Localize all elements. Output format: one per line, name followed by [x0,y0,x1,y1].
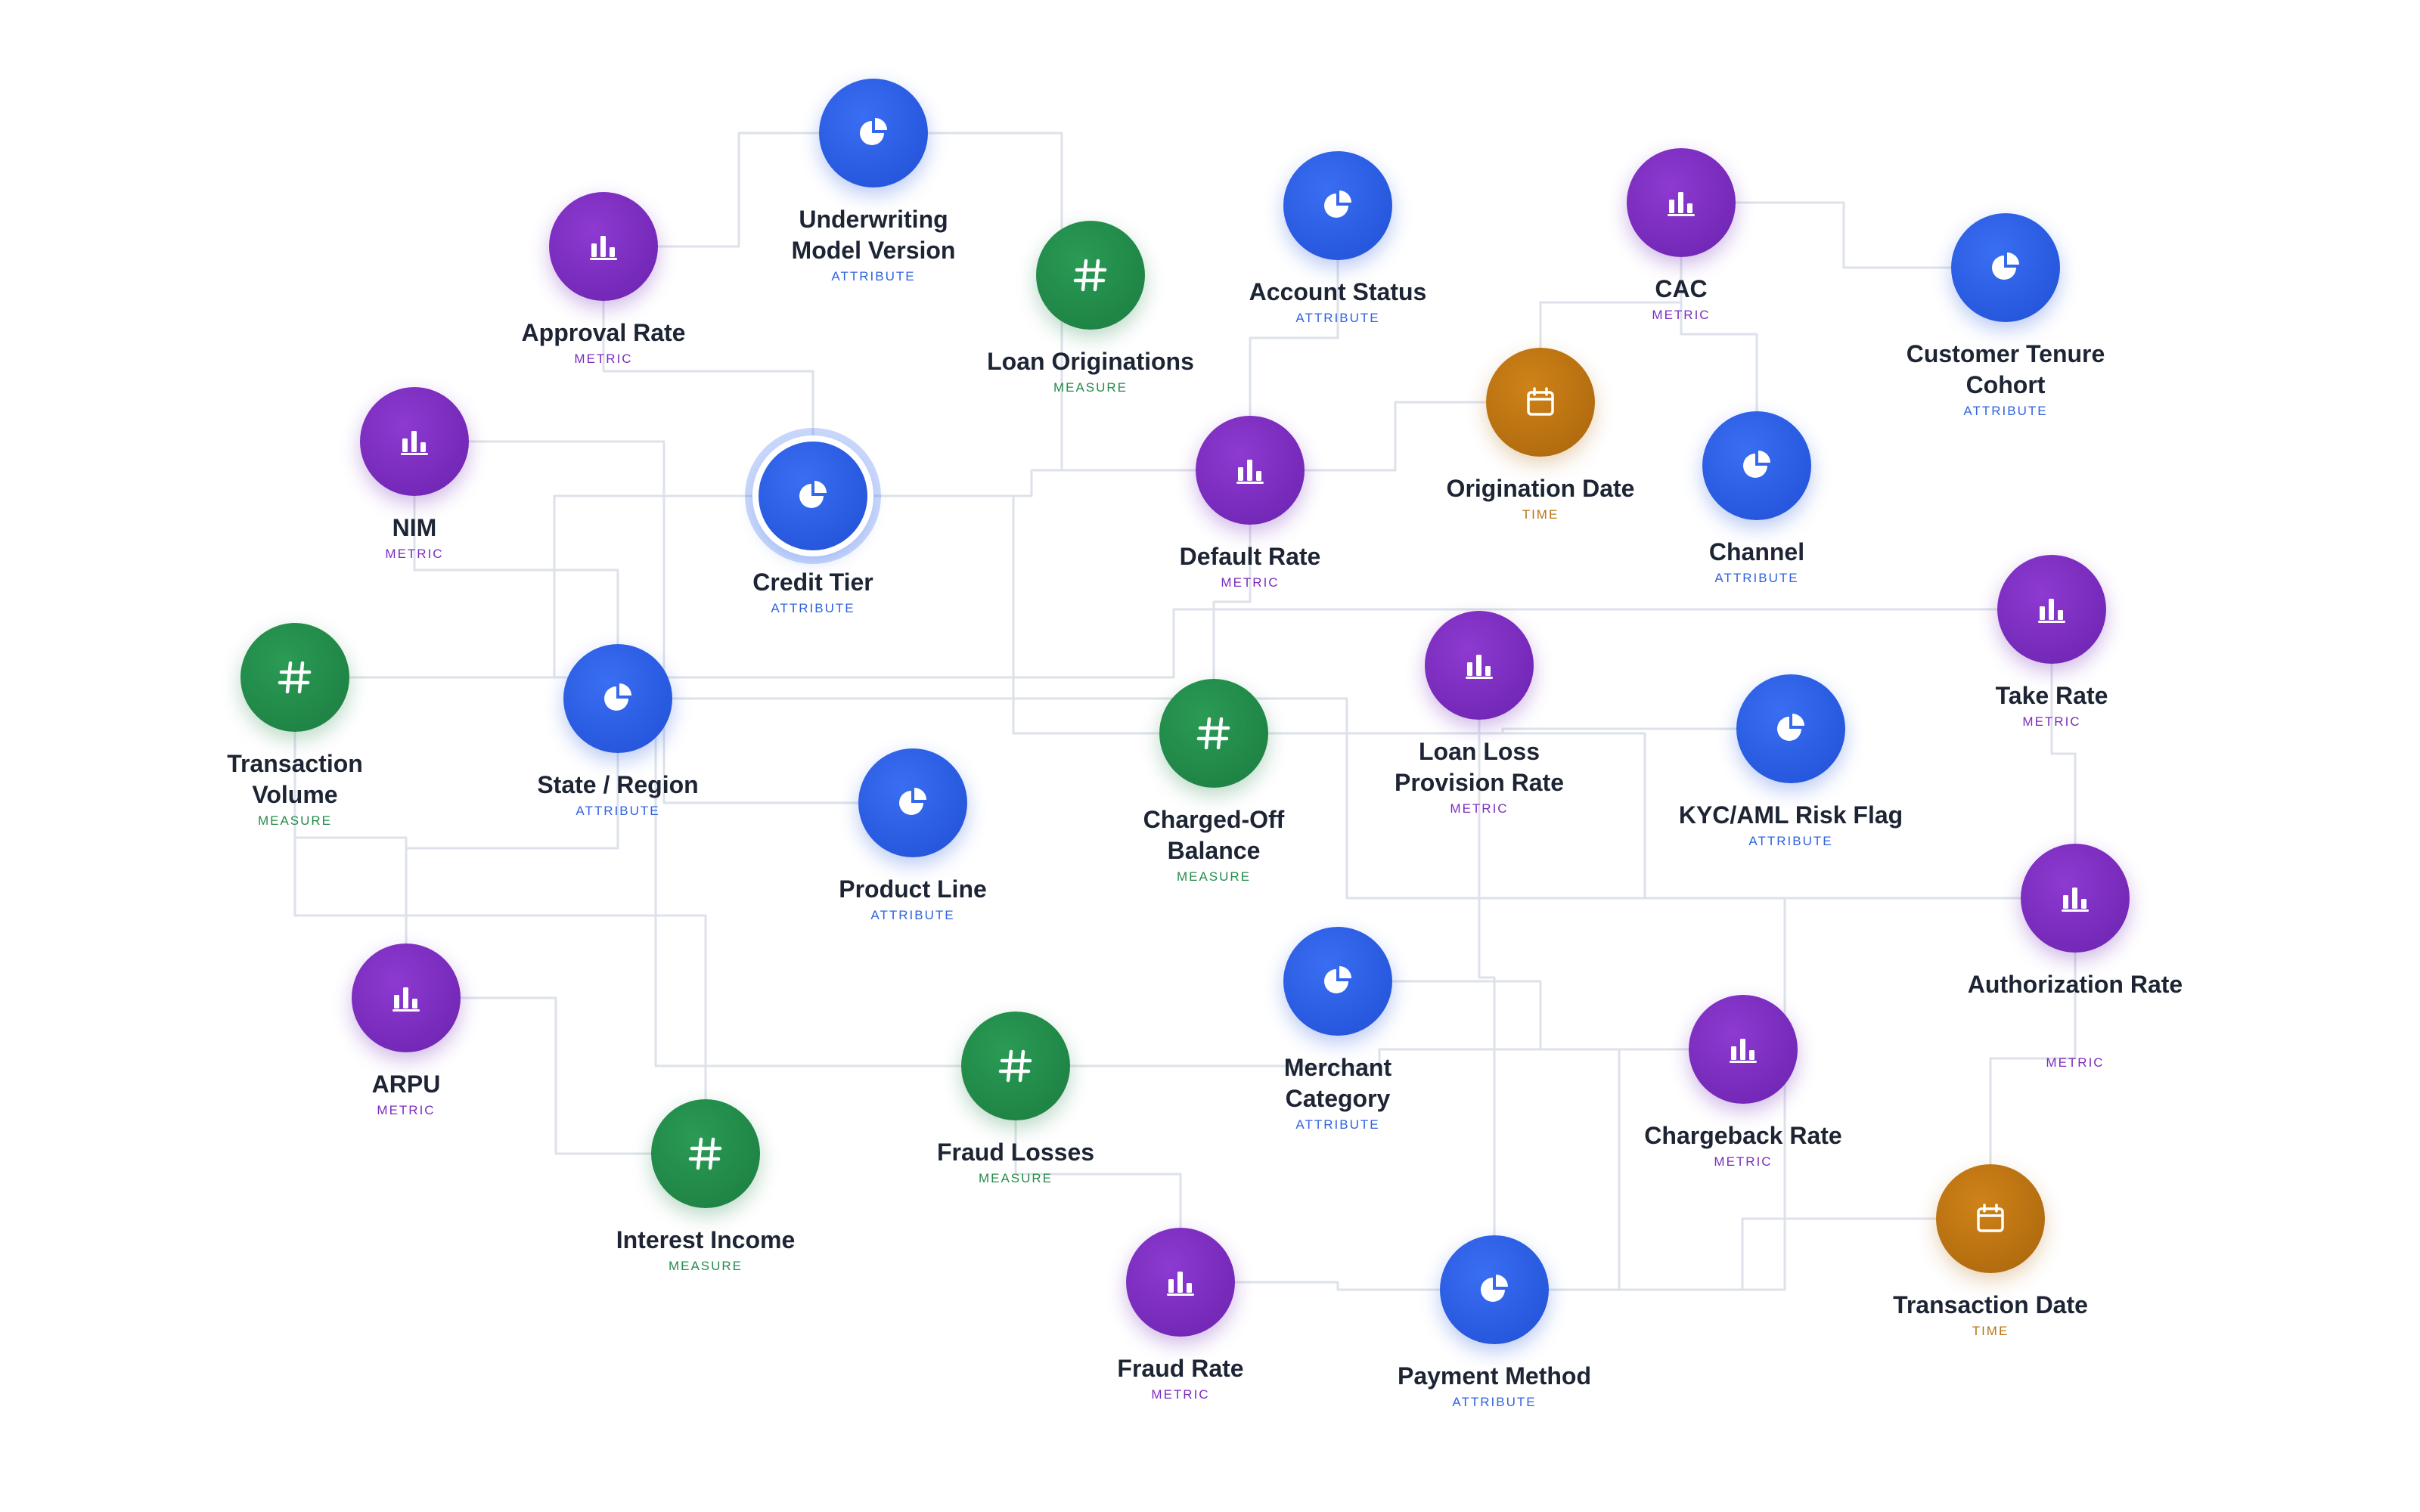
node-label[interactable]: Transaction Date [1764,1290,2217,1321]
node-approval-rate-button[interactable] [549,192,658,301]
node-arpu-button[interactable] [352,943,461,1052]
bar-chart-icon [1161,1263,1200,1302]
node-merchant-category-button[interactable] [1283,927,1392,1036]
hash-icon [274,656,316,699]
node-label[interactable]: Customer Tenure Cohort [1885,339,2127,401]
node-payment-method[interactable]: Payment Method Attribute [1267,1235,1721,1410]
node-authorization-rate-button[interactable] [2021,844,2130,953]
node-credit-tier[interactable]: Credit Tier Attribute [586,442,1040,616]
node-type-badge: Metric [2022,714,2081,729]
pie-chart-icon [1475,1270,1514,1309]
hash-icon [684,1132,727,1175]
node-customer-tenure-cohort[interactable]: Customer Tenure Cohort Attribute [1779,213,2232,419]
node-authorization-rate[interactable]: Authorization Rate [1848,844,2302,1000]
pie-chart-icon [1986,248,2025,287]
pie-chart-icon [598,679,638,718]
node-fraud-losses-button[interactable] [961,1012,1070,1120]
node-label[interactable]: ARPU [179,1069,633,1100]
node-credit-tier-button[interactable] [759,442,867,550]
node-label[interactable]: Transaction Volume [212,748,378,810]
node-transaction-volume-button[interactable] [240,623,349,732]
node-interest-income[interactable]: Interest Income Measure [479,1099,932,1274]
node-type-badge: Metric [574,352,633,366]
node-type-badge: Attribute [870,908,955,922]
node-default-rate-button[interactable] [1196,416,1305,525]
node-label[interactable]: Interest Income [479,1225,932,1256]
pie-chart-icon [1737,446,1776,485]
node-label[interactable]: Take Rate [1825,680,2279,711]
node-type-badge: Measure [668,1259,743,1273]
bar-chart-icon [395,422,434,461]
bar-chart-icon [2032,590,2071,629]
stray-type-label: Metric [2000,1052,2151,1070]
pie-chart-icon [893,783,932,823]
node-transaction-date[interactable]: Transaction Date Time [1764,1164,2217,1339]
node-label[interactable]: Approval Rate [377,318,830,349]
node-label[interactable]: Merchant Category [1262,1052,1413,1114]
calendar-icon [1972,1201,2009,1237]
node-fraud-rate-button[interactable] [1126,1228,1235,1337]
node-payment-method-button[interactable] [1440,1235,1549,1344]
hash-icon [1193,712,1235,754]
node-chargeback-rate-button[interactable] [1689,995,1798,1104]
bar-chart-icon [584,227,623,266]
node-label[interactable]: Payment Method [1267,1361,1721,1392]
node-type-badge: Attribute [771,601,855,615]
node-type-badge: Time [1972,1324,2009,1338]
pie-chart-icon [854,113,893,153]
node-type-badge: Attribute [1452,1395,1537,1409]
node-label[interactable]: Default Rate [1023,541,1477,572]
node-transaction-date-button[interactable] [1936,1164,2045,1273]
node-nim-button[interactable] [360,387,469,496]
node-take-rate-button[interactable] [1997,555,2106,664]
pie-chart-icon [793,476,833,516]
bar-chart-icon [2055,878,2095,918]
authorization-rate-extra-type: Metric [2046,1055,2105,1070]
node-interest-income-button[interactable] [651,1099,760,1208]
node-label[interactable]: KYC/AML Risk Flag [1564,800,2018,831]
node-label[interactable]: Chargeback Rate [1516,1120,1970,1151]
node-nim[interactable]: NIM Metric [188,387,641,562]
node-label[interactable]: Loan Loss Provision Rate [1381,736,1578,798]
bar-chart-icon [1230,451,1270,490]
node-product-line-button[interactable] [858,748,967,857]
node-approval-rate[interactable]: Approval Rate Metric [377,192,830,367]
node-type-badge: Measure [1053,380,1128,395]
bar-chart-icon [386,978,426,1018]
node-account-status-button[interactable] [1283,151,1392,260]
node-type-badge: Measure [1176,869,1252,884]
node-arpu[interactable]: ARPU Metric [179,943,633,1118]
node-label[interactable]: Credit Tier [586,567,1040,598]
node-label[interactable]: NIM [188,513,641,544]
node-state-region-button[interactable] [563,644,672,753]
node-type-badge: Metric [1221,575,1280,590]
node-type-badge: Metric [385,547,444,561]
bar-chart-icon [1661,183,1701,222]
pie-chart-icon [1771,709,1810,748]
node-chargeback-rate[interactable]: Chargeback Rate Metric [1516,995,1970,1170]
bar-chart-icon [1723,1030,1763,1069]
node-cac-button[interactable] [1627,148,1736,257]
semantic-graph-canvas[interactable]: Underwriting Model Version Attribute Appro… [0,0,2420,1512]
pie-chart-icon [1318,186,1357,225]
node-take-rate[interactable]: Take Rate Metric [1825,555,2279,730]
node-loan-loss-provision-rate-button[interactable] [1425,611,1534,720]
bar-chart-icon [1460,646,1499,685]
pie-chart-icon [1318,962,1357,1001]
node-channel-button[interactable] [1702,411,1811,520]
node-customer-tenure-cohort-button[interactable] [1951,213,2060,322]
node-label[interactable]: Loan Originations [864,346,1317,377]
hash-icon [994,1045,1037,1087]
node-underwriting-model-version-button[interactable] [819,79,928,187]
hash-icon [1069,254,1112,296]
